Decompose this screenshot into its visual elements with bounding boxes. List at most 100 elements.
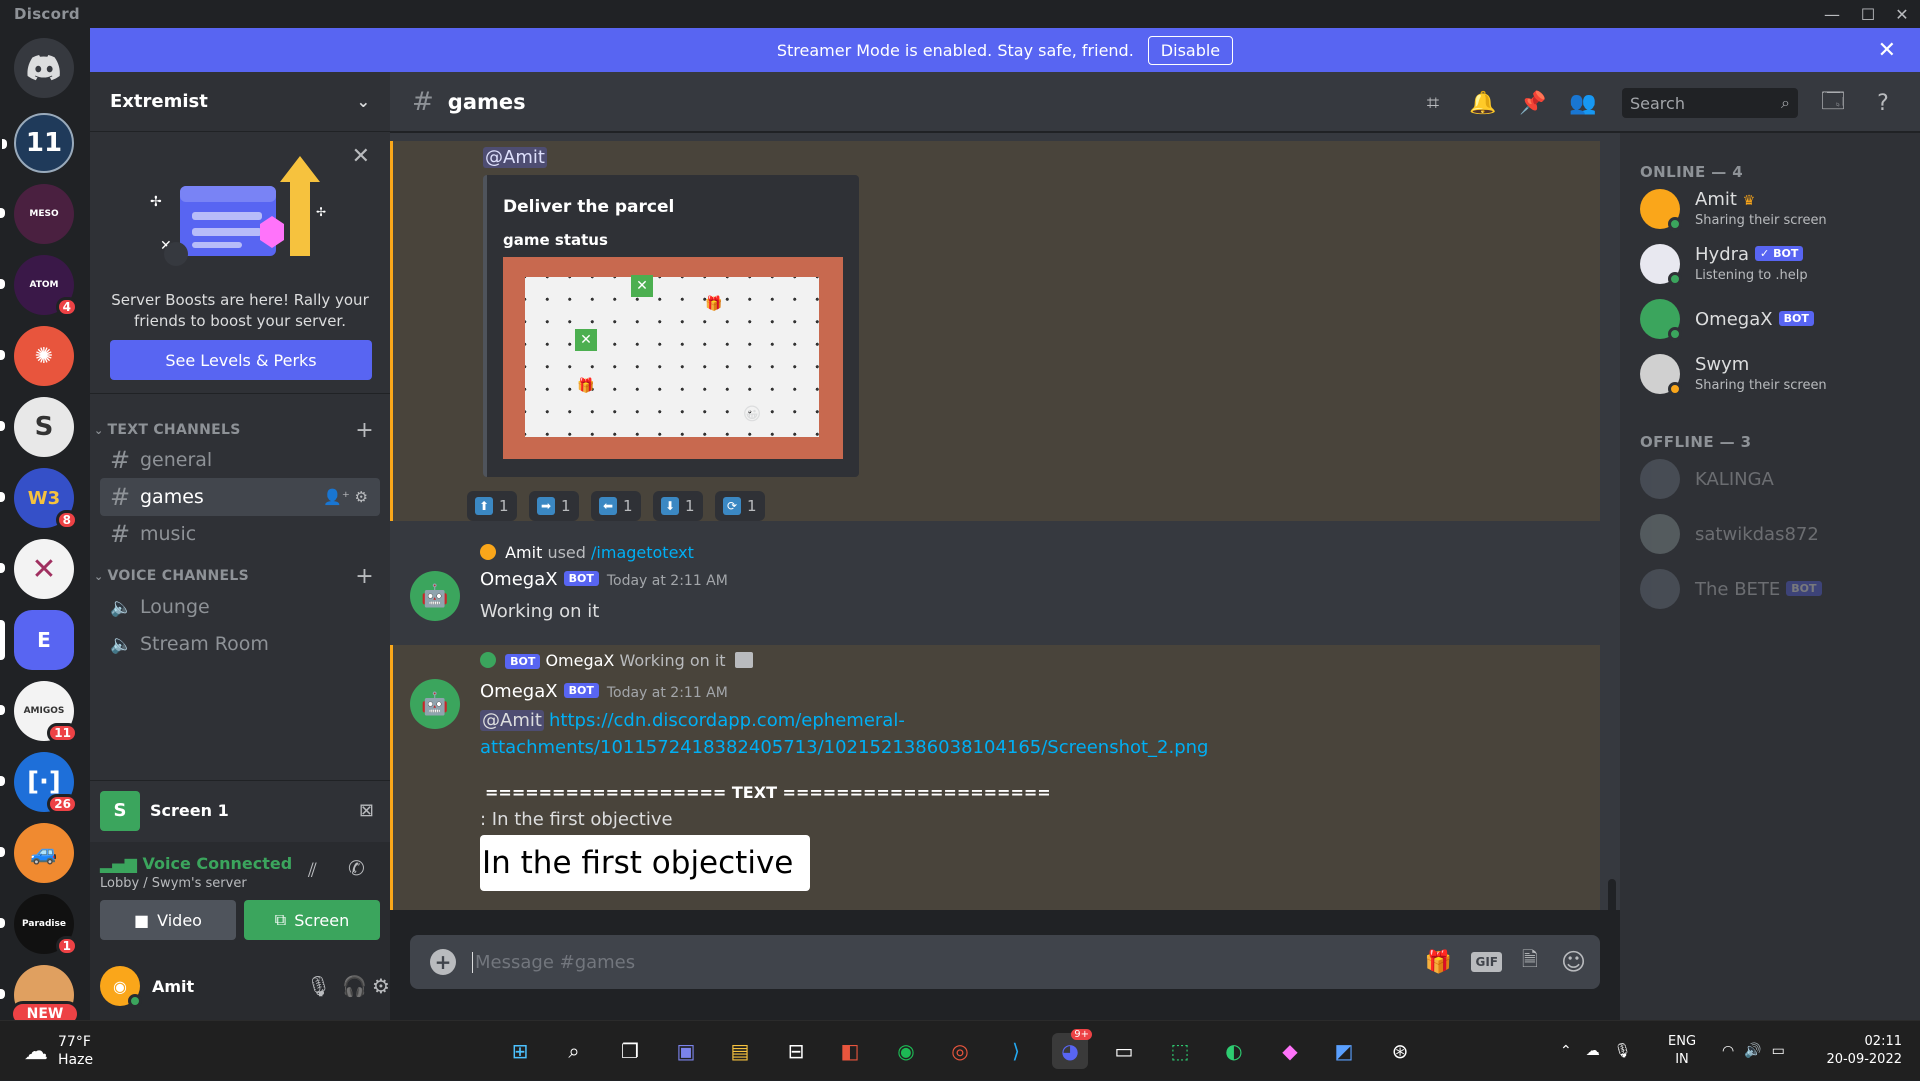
quick-settings[interactable]: ◠ 🔊 ▭	[1722, 1021, 1785, 1081]
office-icon[interactable]: ◧	[832, 1033, 868, 1069]
app-icon[interactable]: ⊛	[1382, 1033, 1418, 1069]
spotify-icon[interactable]: ◉	[888, 1033, 924, 1069]
screen-share-button[interactable]: ⧉ Screen	[244, 900, 380, 940]
text-image-attachment[interactable]: In the first objective	[480, 835, 810, 891]
emoji-icon[interactable]: ☺	[1561, 948, 1586, 976]
reaction-down[interactable]: ⬇ 1	[653, 491, 703, 521]
noise-suppression-icon[interactable]: ⫽	[308, 858, 317, 882]
app-icon[interactable]: ◐	[1216, 1033, 1252, 1069]
server-icon[interactable]: AMIGOS 11	[0, 681, 78, 743]
scrollbar[interactable]	[1608, 879, 1616, 910]
microphone-icon[interactable]: 🎙	[1614, 1043, 1632, 1059]
close-icon[interactable]: ✕	[352, 144, 370, 169]
voice-channel-stream-room[interactable]: 🔈 Stream Room	[100, 625, 380, 663]
server-icon[interactable]: Paradise 1	[0, 894, 78, 956]
disconnect-icon[interactable]: ✆	[348, 856, 365, 880]
gear-icon[interactable]: ⚙	[372, 974, 390, 998]
member-item[interactable]: OmegaX BOT	[1640, 295, 1910, 345]
maximize-icon[interactable]: ☐	[1852, 0, 1884, 28]
server-icon-active[interactable]: E	[0, 610, 74, 670]
author-name[interactable]: OmegaX	[480, 569, 558, 590]
reaction-refresh[interactable]: ⟳ 1	[715, 491, 765, 521]
avatar[interactable]: 🤖	[410, 571, 460, 621]
avatar[interactable]: 🤖	[410, 679, 460, 729]
channel-general[interactable]: # general	[100, 441, 380, 479]
home-discord-icon[interactable]	[14, 38, 74, 98]
disable-streamer-button[interactable]: Disable	[1147, 35, 1234, 65]
windows-start-icon[interactable]: ⊞	[502, 1033, 538, 1069]
reply-reference[interactable]: Amit used /imagetotext	[480, 543, 694, 562]
file-explorer-icon[interactable]: ▤	[722, 1033, 758, 1069]
close-icon[interactable]: ✕	[1878, 38, 1896, 63]
slash-command[interactable]: /imagetotext	[591, 543, 694, 562]
microphone-icon[interactable]: 🎙	[306, 974, 331, 998]
snipping-tool-icon[interactable]: ⬚	[1162, 1033, 1198, 1069]
voice-channel-lounge[interactable]: 🔈 Lounge	[100, 588, 380, 626]
teams-chat-icon[interactable]: ▣	[668, 1033, 704, 1069]
reaction-right[interactable]: ➡ 1	[529, 491, 579, 521]
avatar[interactable]: ◉	[100, 966, 142, 1008]
server-icon[interactable]: NEW	[0, 965, 80, 1027]
attachment-link-continued[interactable]: attachments/1011572418382405713/10215213…	[480, 737, 1208, 758]
gift-icon[interactable]: 🎁	[1425, 950, 1452, 975]
headphones-icon[interactable]: 🎧	[342, 974, 367, 998]
see-levels-perks-button[interactable]: See Levels & Perks	[110, 340, 372, 380]
app-icon[interactable]: ◩	[1326, 1033, 1362, 1069]
channel-music[interactable]: # music	[100, 515, 380, 553]
reply-reference[interactable]: BOT OmegaX Working on it	[480, 651, 753, 670]
app-icon[interactable]: ◆	[1272, 1033, 1308, 1069]
pin-icon[interactable]: 📌	[1518, 88, 1548, 118]
attachment-link[interactable]: https://cdn.discordapp.com/ephemeral-	[549, 710, 905, 731]
user-mention[interactable]: @Amit	[483, 147, 547, 168]
member-list-icon[interactable]: 👥	[1568, 88, 1598, 118]
member-item[interactable]: Amit ♛ Sharing their screen	[1640, 185, 1910, 235]
guild-header[interactable]: Extremist ⌄	[90, 72, 390, 132]
language-indicator[interactable]: ENG IN	[1668, 1021, 1696, 1081]
signal-icon[interactable]: ▂▄▆	[100, 854, 137, 873]
user-mention[interactable]: @Amit	[480, 710, 544, 731]
server-icon[interactable]: [·] 26	[0, 752, 78, 814]
close-window-icon[interactable]: ✕	[1886, 0, 1918, 28]
cloud-icon[interactable]: ☁	[1586, 1043, 1600, 1059]
reaction-left[interactable]: ⬅ 1	[591, 491, 641, 521]
member-item[interactable]: Hydra ✓ BOT Listening to .help	[1640, 240, 1910, 290]
stop-stream-icon[interactable]: ⊠	[359, 800, 374, 821]
reaction-up[interactable]: ⬆ 1	[467, 491, 517, 521]
video-button[interactable]: ■ Video	[100, 900, 236, 940]
add-channel-icon[interactable]: +	[355, 564, 374, 589]
server-icon[interactable]: ✕	[0, 539, 74, 599]
server-icon[interactable]: W3 8	[0, 468, 78, 530]
server-icon[interactable]: S	[0, 397, 74, 457]
sticker-icon[interactable]: 🗎	[1522, 945, 1538, 979]
vscode-icon[interactable]: ⟩	[998, 1033, 1034, 1069]
search-input[interactable]: Search ⌕	[1622, 88, 1798, 118]
voice-location[interactable]: Lobby / Swym's server	[100, 876, 247, 891]
member-item[interactable]: The BETE BOT	[1640, 565, 1910, 615]
member-item[interactable]: Swym Sharing their screen	[1640, 350, 1910, 400]
invite-icon[interactable]: 👤⁺	[323, 488, 350, 506]
member-item[interactable]: satwikdas872	[1640, 510, 1910, 560]
weather-widget[interactable]: ☁ 77°F Haze	[24, 1021, 93, 1081]
voice-channels-category[interactable]: ⌄ VOICE CHANNELS +	[94, 564, 374, 589]
server-icon[interactable]: MESO	[0, 184, 74, 244]
gif-icon[interactable]: GIF	[1471, 952, 1502, 972]
channel-games[interactable]: # games 👤⁺ ⚙	[100, 478, 380, 516]
store-icon[interactable]: ⊟	[778, 1033, 814, 1069]
author-name[interactable]: OmegaX	[480, 681, 558, 702]
chevron-up-icon[interactable]: ⌃	[1560, 1043, 1572, 1059]
terminal-icon[interactable]: ▭	[1106, 1033, 1142, 1069]
server-icon[interactable]: 🚙	[0, 823, 74, 883]
attach-plus-icon[interactable]: +	[430, 949, 456, 975]
search-icon[interactable]: ⌕	[556, 1033, 592, 1069]
help-icon[interactable]: ?	[1868, 88, 1898, 118]
threads-icon[interactable]: ⌗	[1418, 88, 1448, 118]
minimize-icon[interactable]: —	[1816, 0, 1848, 28]
clock[interactable]: 02:11 20-09-2022	[1812, 1021, 1902, 1081]
text-channels-category[interactable]: ⌄ TEXT CHANNELS +	[94, 418, 374, 443]
gear-icon[interactable]: ⚙	[355, 488, 368, 506]
message-input[interactable]: Message #games	[472, 951, 635, 973]
bell-icon[interactable]: 🔔	[1468, 88, 1498, 118]
add-channel-icon[interactable]: +	[355, 418, 374, 443]
discord-taskbar-icon[interactable]: ◕ 9+	[1052, 1029, 1092, 1069]
task-view-icon[interactable]: ❐	[612, 1033, 648, 1069]
